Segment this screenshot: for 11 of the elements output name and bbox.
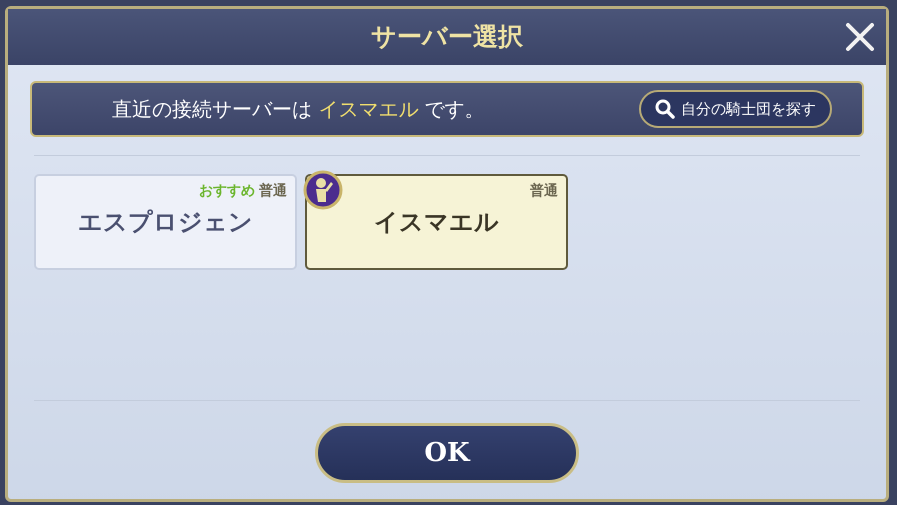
notice-text: 直近の接続サーバーは イスマエル です。: [112, 96, 485, 123]
search-icon: [655, 99, 675, 119]
ok-button[interactable]: OK: [315, 423, 579, 483]
find-guild-button[interactable]: 自分の騎士団を探す: [639, 90, 832, 128]
server-card[interactable]: おすすめ 普通 エスプロジェン: [34, 174, 297, 270]
server-name: エスプロジェン: [78, 207, 253, 238]
server-status: 普通: [530, 182, 558, 201]
window-title: サーバー選択: [371, 21, 523, 54]
recommended-label: おすすめ: [199, 182, 255, 201]
server-name: イスマエル: [374, 207, 499, 238]
server-status: 普通: [259, 182, 287, 201]
